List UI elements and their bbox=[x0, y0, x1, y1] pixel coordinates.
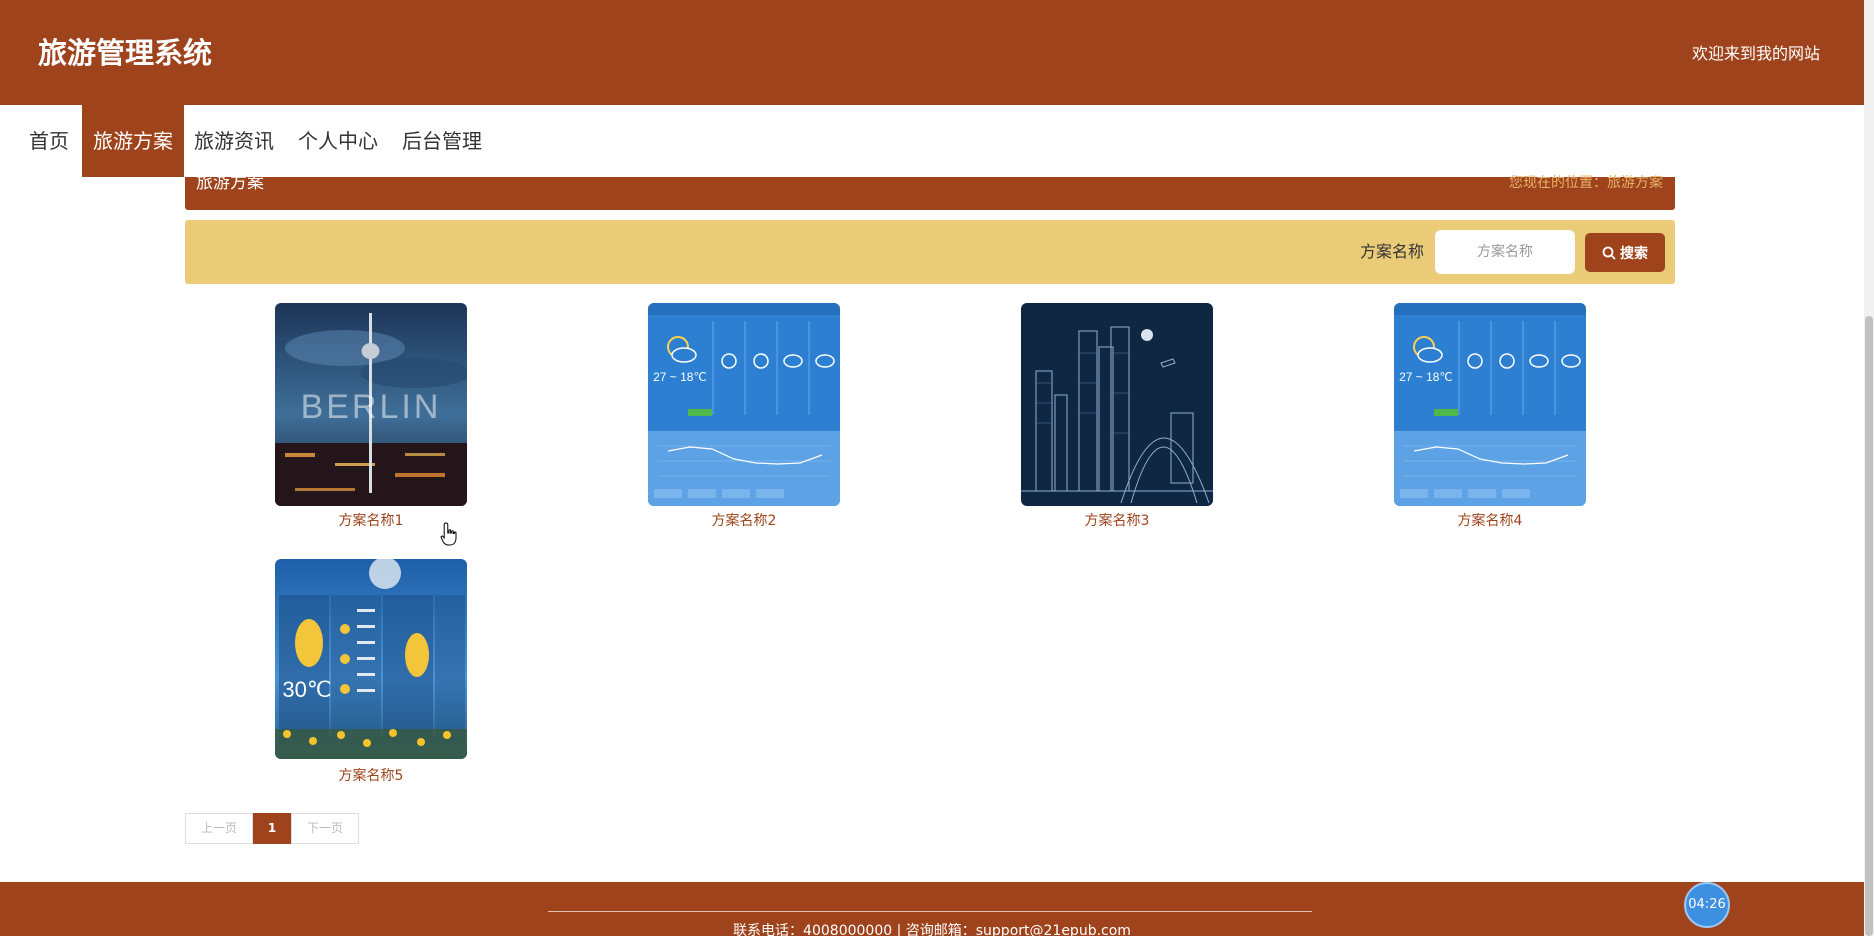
floating-clock[interactable]: 04:26 bbox=[1684, 882, 1730, 928]
plan-name[interactable]: 方案名称4 bbox=[1394, 510, 1586, 530]
plan-name[interactable]: 方案名称5 bbox=[275, 765, 467, 785]
main-nav: 首页 旅游方案 旅游资讯 个人中心 后台管理 bbox=[0, 105, 1864, 177]
page-button-current[interactable]: 1 bbox=[253, 813, 291, 844]
plan-image[interactable]: BERLIN bbox=[275, 303, 467, 506]
nav-item-personal-center[interactable]: 个人中心 bbox=[292, 105, 384, 177]
svg-text:BERLIN: BERLIN bbox=[301, 388, 442, 426]
plan-name[interactable]: 方案名称2 bbox=[648, 510, 840, 530]
plan-image[interactable]: 27 ~ 18℃ bbox=[1394, 303, 1586, 506]
welcome-text: 欢迎来到我的网站 bbox=[1691, 44, 1820, 63]
svg-text:27 ~ 18℃: 27 ~ 18℃ bbox=[1399, 370, 1453, 384]
page-scrollbar[interactable] bbox=[1864, 0, 1874, 936]
scrollbar-thumb[interactable] bbox=[1865, 316, 1873, 936]
breadcrumb: 您现在的位置：旅游方案 bbox=[1509, 175, 1663, 191]
site-title: 旅游管理系统 bbox=[38, 36, 213, 70]
search-button-label: 搜索 bbox=[1620, 244, 1648, 261]
prev-page-button[interactable]: 上一页 bbox=[185, 813, 253, 844]
svg-text:27 ~ 18℃: 27 ~ 18℃ bbox=[653, 370, 707, 384]
site-footer: 联系电话：4008000000 | 咨询邮箱：support@21epub.co… bbox=[0, 882, 1864, 936]
plan-image[interactable]: 27 ~ 18℃ bbox=[648, 303, 840, 506]
plan-image[interactable] bbox=[1021, 303, 1213, 506]
section-title: 旅游方案 bbox=[196, 173, 264, 193]
pagination: 上一页 1 下一页 bbox=[185, 813, 359, 844]
next-page-button[interactable]: 下一页 bbox=[291, 813, 359, 844]
site-header: 旅游管理系统 欢迎来到我的网站 bbox=[0, 0, 1864, 105]
search-input[interactable] bbox=[1435, 230, 1575, 274]
search-icon bbox=[1602, 246, 1616, 260]
footer-divider bbox=[548, 911, 1312, 912]
nav-item-home[interactable]: 首页 bbox=[21, 105, 77, 177]
search-button[interactable]: 搜索 bbox=[1585, 233, 1665, 272]
plan-name[interactable]: 方案名称3 bbox=[1021, 510, 1213, 530]
hand-cursor-icon bbox=[440, 522, 457, 546]
nav-item-travel-plans[interactable]: 旅游方案 bbox=[82, 105, 184, 177]
svg-text:30℃: 30℃ bbox=[282, 677, 331, 702]
plan-image[interactable]: 30℃ bbox=[275, 559, 467, 759]
nav-item-admin[interactable]: 后台管理 bbox=[396, 105, 488, 177]
nav-item-travel-news[interactable]: 旅游资讯 bbox=[188, 105, 280, 177]
plan-name[interactable]: 方案名称1 bbox=[275, 510, 467, 530]
search-bar: 方案名称 搜索 bbox=[185, 220, 1675, 284]
footer-contact: 联系电话：4008000000 | 咨询邮箱：support@21epub.co… bbox=[733, 923, 1131, 936]
search-label: 方案名称 bbox=[1360, 242, 1425, 261]
section-header: 旅游方案 您现在的位置：旅游方案 bbox=[185, 173, 1675, 210]
